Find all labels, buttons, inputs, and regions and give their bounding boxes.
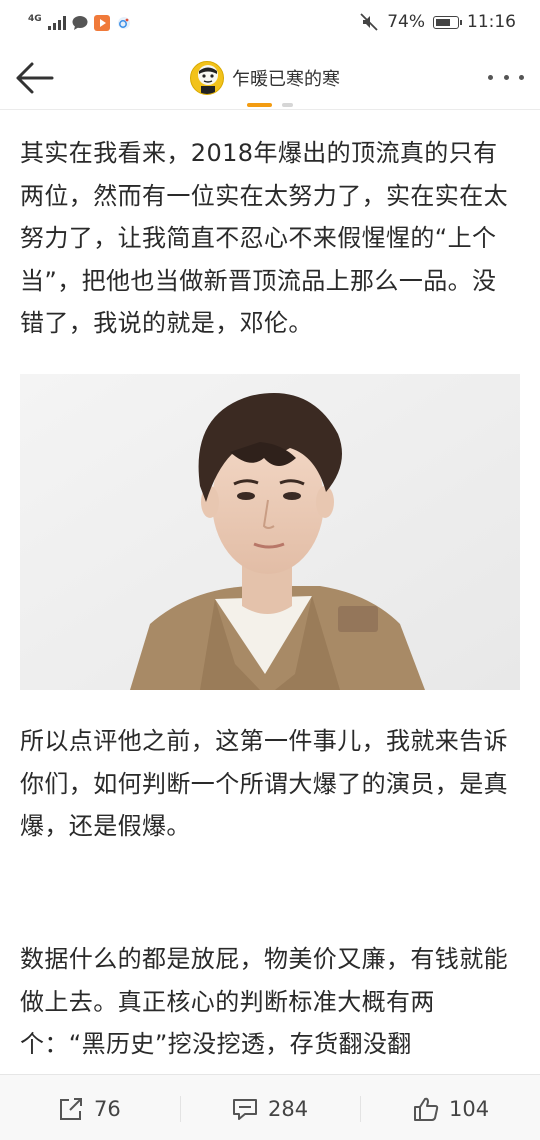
chat-bubble-icon	[72, 16, 88, 30]
page-indicator	[282, 103, 293, 107]
avatar-emoji-icon	[198, 65, 218, 94]
status-left-icons: 4G	[28, 13, 132, 33]
like-count: 104	[449, 1097, 490, 1121]
portrait-photo	[20, 374, 520, 690]
comment-icon	[233, 1099, 257, 1120]
divider	[360, 1096, 361, 1122]
mute-icon	[360, 13, 378, 31]
status-bar: 4G 74% 11:16	[0, 0, 540, 44]
more-dots-icon[interactable]	[488, 66, 524, 88]
share-icon	[60, 1098, 82, 1120]
article-image[interactable]	[20, 374, 520, 690]
video-app-icon	[93, 15, 110, 31]
page-indicator-active	[247, 103, 272, 107]
author-name[interactable]: 乍暖已寒的寒	[232, 65, 340, 91]
network-type: 4G	[28, 13, 42, 24]
action-bar: 76 284 104	[0, 1074, 540, 1140]
battery-percent: 74%	[387, 12, 425, 32]
avatar[interactable]	[190, 61, 224, 95]
article-paragraph: 数据什么的都是放屁，物美价又廉，有钱就能做上去。真正核心的判断标准大概有两个：“…	[20, 945, 508, 1058]
divider	[180, 1096, 181, 1122]
back-arrow-icon[interactable]	[12, 58, 56, 98]
author-info[interactable]: 乍暖已寒的寒	[190, 60, 340, 96]
status-right-icons: 74% 11:16	[359, 11, 516, 33]
article-header: 乍暖已寒的寒	[0, 44, 540, 110]
battery-icon	[433, 15, 462, 29]
like-button[interactable]: 104	[413, 1093, 489, 1125]
share-count: 76	[94, 1097, 121, 1121]
article-paragraph: 其实在我看来，2018年爆出的顶流真的只有两位，然而有一位实在太努力了，实在实在…	[20, 139, 508, 337]
signal-icon	[47, 16, 66, 30]
comment-count: 284	[268, 1097, 309, 1121]
clock: 11:16	[467, 12, 516, 32]
article-paragraph: 所以点评他之前，这第一件事儿，我就来告诉你们，如何判断一个所谓大爆了的演员，是真…	[20, 727, 508, 840]
comment-button[interactable]: 284	[232, 1093, 308, 1125]
share-button[interactable]: 76	[58, 1093, 121, 1125]
weibo-app-icon	[117, 17, 130, 29]
like-icon	[414, 1097, 439, 1121]
